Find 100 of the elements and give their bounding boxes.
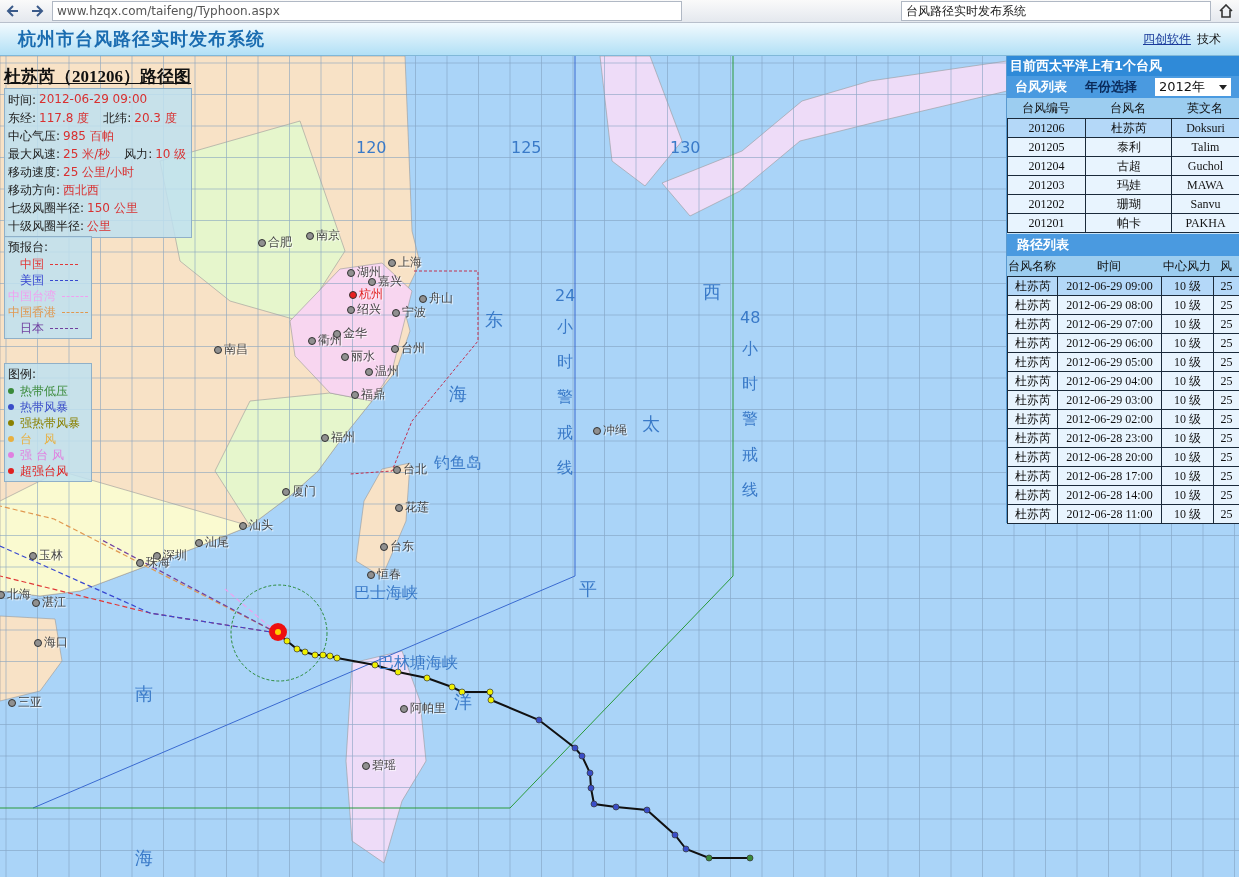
table-cell[interactable]: PAKHA [1171, 213, 1239, 233]
table-cell[interactable]: 25 [1213, 390, 1239, 410]
table-cell[interactable]: 25 [1213, 314, 1239, 334]
table-cell[interactable]: 杜苏芮 [1085, 118, 1172, 138]
table-cell[interactable]: 201204 [1007, 156, 1086, 176]
table-cell[interactable]: 玛娃 [1085, 175, 1172, 195]
table-cell[interactable]: 杜苏芮 [1007, 371, 1058, 391]
table-cell[interactable]: 25 [1213, 276, 1239, 296]
city-label: 福鼎 [361, 388, 385, 401]
table-cell[interactable]: Doksuri [1171, 118, 1239, 138]
table-cell[interactable]: 2012-06-28 17:00 [1057, 466, 1162, 486]
table-cell[interactable]: Talim [1171, 137, 1239, 157]
table-cell[interactable]: 25 [1213, 428, 1239, 448]
city-label: 三亚 [18, 696, 42, 709]
table-cell[interactable]: 25 [1213, 485, 1239, 505]
table-cell[interactable]: 25 [1213, 504, 1239, 524]
table-cell[interactable]: 杜苏芮 [1007, 466, 1058, 486]
search-field[interactable]: 台风路径实时发布系统 [901, 1, 1211, 21]
field-value: 20.3 度 [134, 109, 177, 127]
table-cell[interactable]: 2012-06-28 20:00 [1057, 447, 1162, 467]
field-value: 25 米/秒 [63, 145, 111, 163]
year-select[interactable]: 2012年 [1155, 78, 1231, 96]
table-cell[interactable]: 2012-06-29 06:00 [1057, 333, 1162, 353]
header-link[interactable]: 四创软件 [1143, 30, 1191, 48]
table-cell[interactable]: 10 级 [1161, 390, 1214, 410]
table-cell[interactable]: 10 级 [1161, 428, 1214, 448]
table-cell[interactable]: 古超 [1085, 156, 1172, 176]
table-cell[interactable]: 2012-06-29 04:00 [1057, 371, 1162, 391]
table-cell[interactable]: 杜苏芮 [1007, 409, 1058, 429]
table-cell[interactable]: 25 [1213, 466, 1239, 486]
table-cell[interactable]: 10 级 [1161, 409, 1214, 429]
field-label: 风力: [124, 145, 153, 163]
table-cell[interactable]: 杜苏芮 [1007, 295, 1058, 315]
table-cell[interactable]: 10 级 [1161, 295, 1214, 315]
table-cell[interactable]: 杜苏芮 [1007, 428, 1058, 448]
legend-label: 台 风 [20, 430, 56, 448]
column-header: 台风名称 [1007, 256, 1057, 276]
field-label: 最大风速: [8, 145, 61, 163]
table-cell[interactable]: 杜苏芮 [1007, 485, 1058, 505]
table-cell[interactable]: 2012-06-28 14:00 [1057, 485, 1162, 505]
table-cell[interactable]: 201203 [1007, 175, 1086, 195]
legend-label: 热带风暴 [20, 398, 68, 416]
table-cell[interactable]: 2012-06-29 08:00 [1057, 295, 1162, 315]
column-header: 台风编号 [1007, 98, 1085, 118]
table-cell[interactable]: 10 级 [1161, 371, 1214, 391]
column-header: 风 [1213, 256, 1239, 276]
table-cell[interactable]: 2012-06-29 09:00 [1057, 276, 1162, 296]
city-label: 冲绳 [603, 424, 627, 437]
field-label: 北纬: [103, 109, 132, 127]
table-cell[interactable]: 珊瑚 [1085, 194, 1172, 214]
table-cell[interactable]: 25 [1213, 447, 1239, 467]
table-cell[interactable]: 杜苏芮 [1007, 352, 1058, 372]
table-cell[interactable]: 201202 [1007, 194, 1086, 214]
table-cell[interactable]: 2012-06-29 05:00 [1057, 352, 1162, 372]
table-cell[interactable]: 2012-06-29 02:00 [1057, 409, 1162, 429]
city-label: 湖州 [357, 266, 381, 279]
city-label: 海口 [44, 636, 68, 649]
table-cell[interactable]: 泰利 [1085, 137, 1172, 157]
table-cell[interactable]: Guchol [1171, 156, 1239, 176]
table-cell[interactable]: 2012-06-29 07:00 [1057, 314, 1162, 334]
sea-label: 海 [449, 385, 467, 403]
table-cell[interactable]: 帕卡 [1085, 213, 1172, 233]
table-cell[interactable]: 10 级 [1161, 276, 1214, 296]
table-cell[interactable]: 10 级 [1161, 447, 1214, 467]
city-label: 温州 [375, 365, 399, 378]
city-label: 花莲 [405, 501, 429, 514]
table-cell[interactable]: 201201 [1007, 213, 1086, 233]
table-cell[interactable]: 杜苏芮 [1007, 447, 1058, 467]
field-label: 东经: [8, 109, 37, 127]
table-cell[interactable]: 25 [1213, 371, 1239, 391]
warning-line-label: 小时警戒线 [742, 338, 759, 501]
table-cell[interactable]: 杜苏芮 [1007, 504, 1058, 524]
table-cell[interactable]: 杜苏芮 [1007, 333, 1058, 353]
table-cell[interactable]: 杜苏芮 [1007, 390, 1058, 410]
table-cell[interactable]: 25 [1213, 295, 1239, 315]
table-cell[interactable]: 10 级 [1161, 485, 1214, 505]
table-cell[interactable]: 2012-06-29 03:00 [1057, 390, 1162, 410]
table-cell[interactable]: Sanvu [1171, 194, 1239, 214]
table-cell[interactable]: 2012-06-28 23:00 [1057, 428, 1162, 448]
legend-label: 强热带风暴 [20, 414, 80, 432]
table-cell[interactable]: 25 [1213, 409, 1239, 429]
city-label: 合肥 [268, 236, 292, 249]
table-cell[interactable]: 201206 [1007, 118, 1086, 138]
table-cell[interactable]: 201205 [1007, 137, 1086, 157]
forecaster-name: 中国台湾 [8, 287, 56, 305]
table-cell[interactable]: 10 级 [1161, 352, 1214, 372]
address-field[interactable]: www.hzqx.com/taifeng/Typhoon.aspx [52, 1, 682, 21]
table-cell[interactable]: 10 级 [1161, 504, 1214, 524]
home-icon[interactable] [1217, 2, 1235, 20]
table-cell[interactable]: 25 [1213, 333, 1239, 353]
table-cell[interactable]: 10 级 [1161, 333, 1214, 353]
legend-label: 热带低压 [20, 382, 68, 400]
table-cell[interactable]: 杜苏芮 [1007, 314, 1058, 334]
table-cell[interactable]: 10 级 [1161, 314, 1214, 334]
table-cell[interactable]: 杜苏芮 [1007, 276, 1058, 296]
city-label: 台东 [390, 540, 414, 553]
table-cell[interactable]: MAWA [1171, 175, 1239, 195]
table-cell[interactable]: 25 [1213, 352, 1239, 372]
table-cell[interactable]: 2012-06-28 11:00 [1057, 504, 1162, 524]
table-cell[interactable]: 10 级 [1161, 466, 1214, 486]
